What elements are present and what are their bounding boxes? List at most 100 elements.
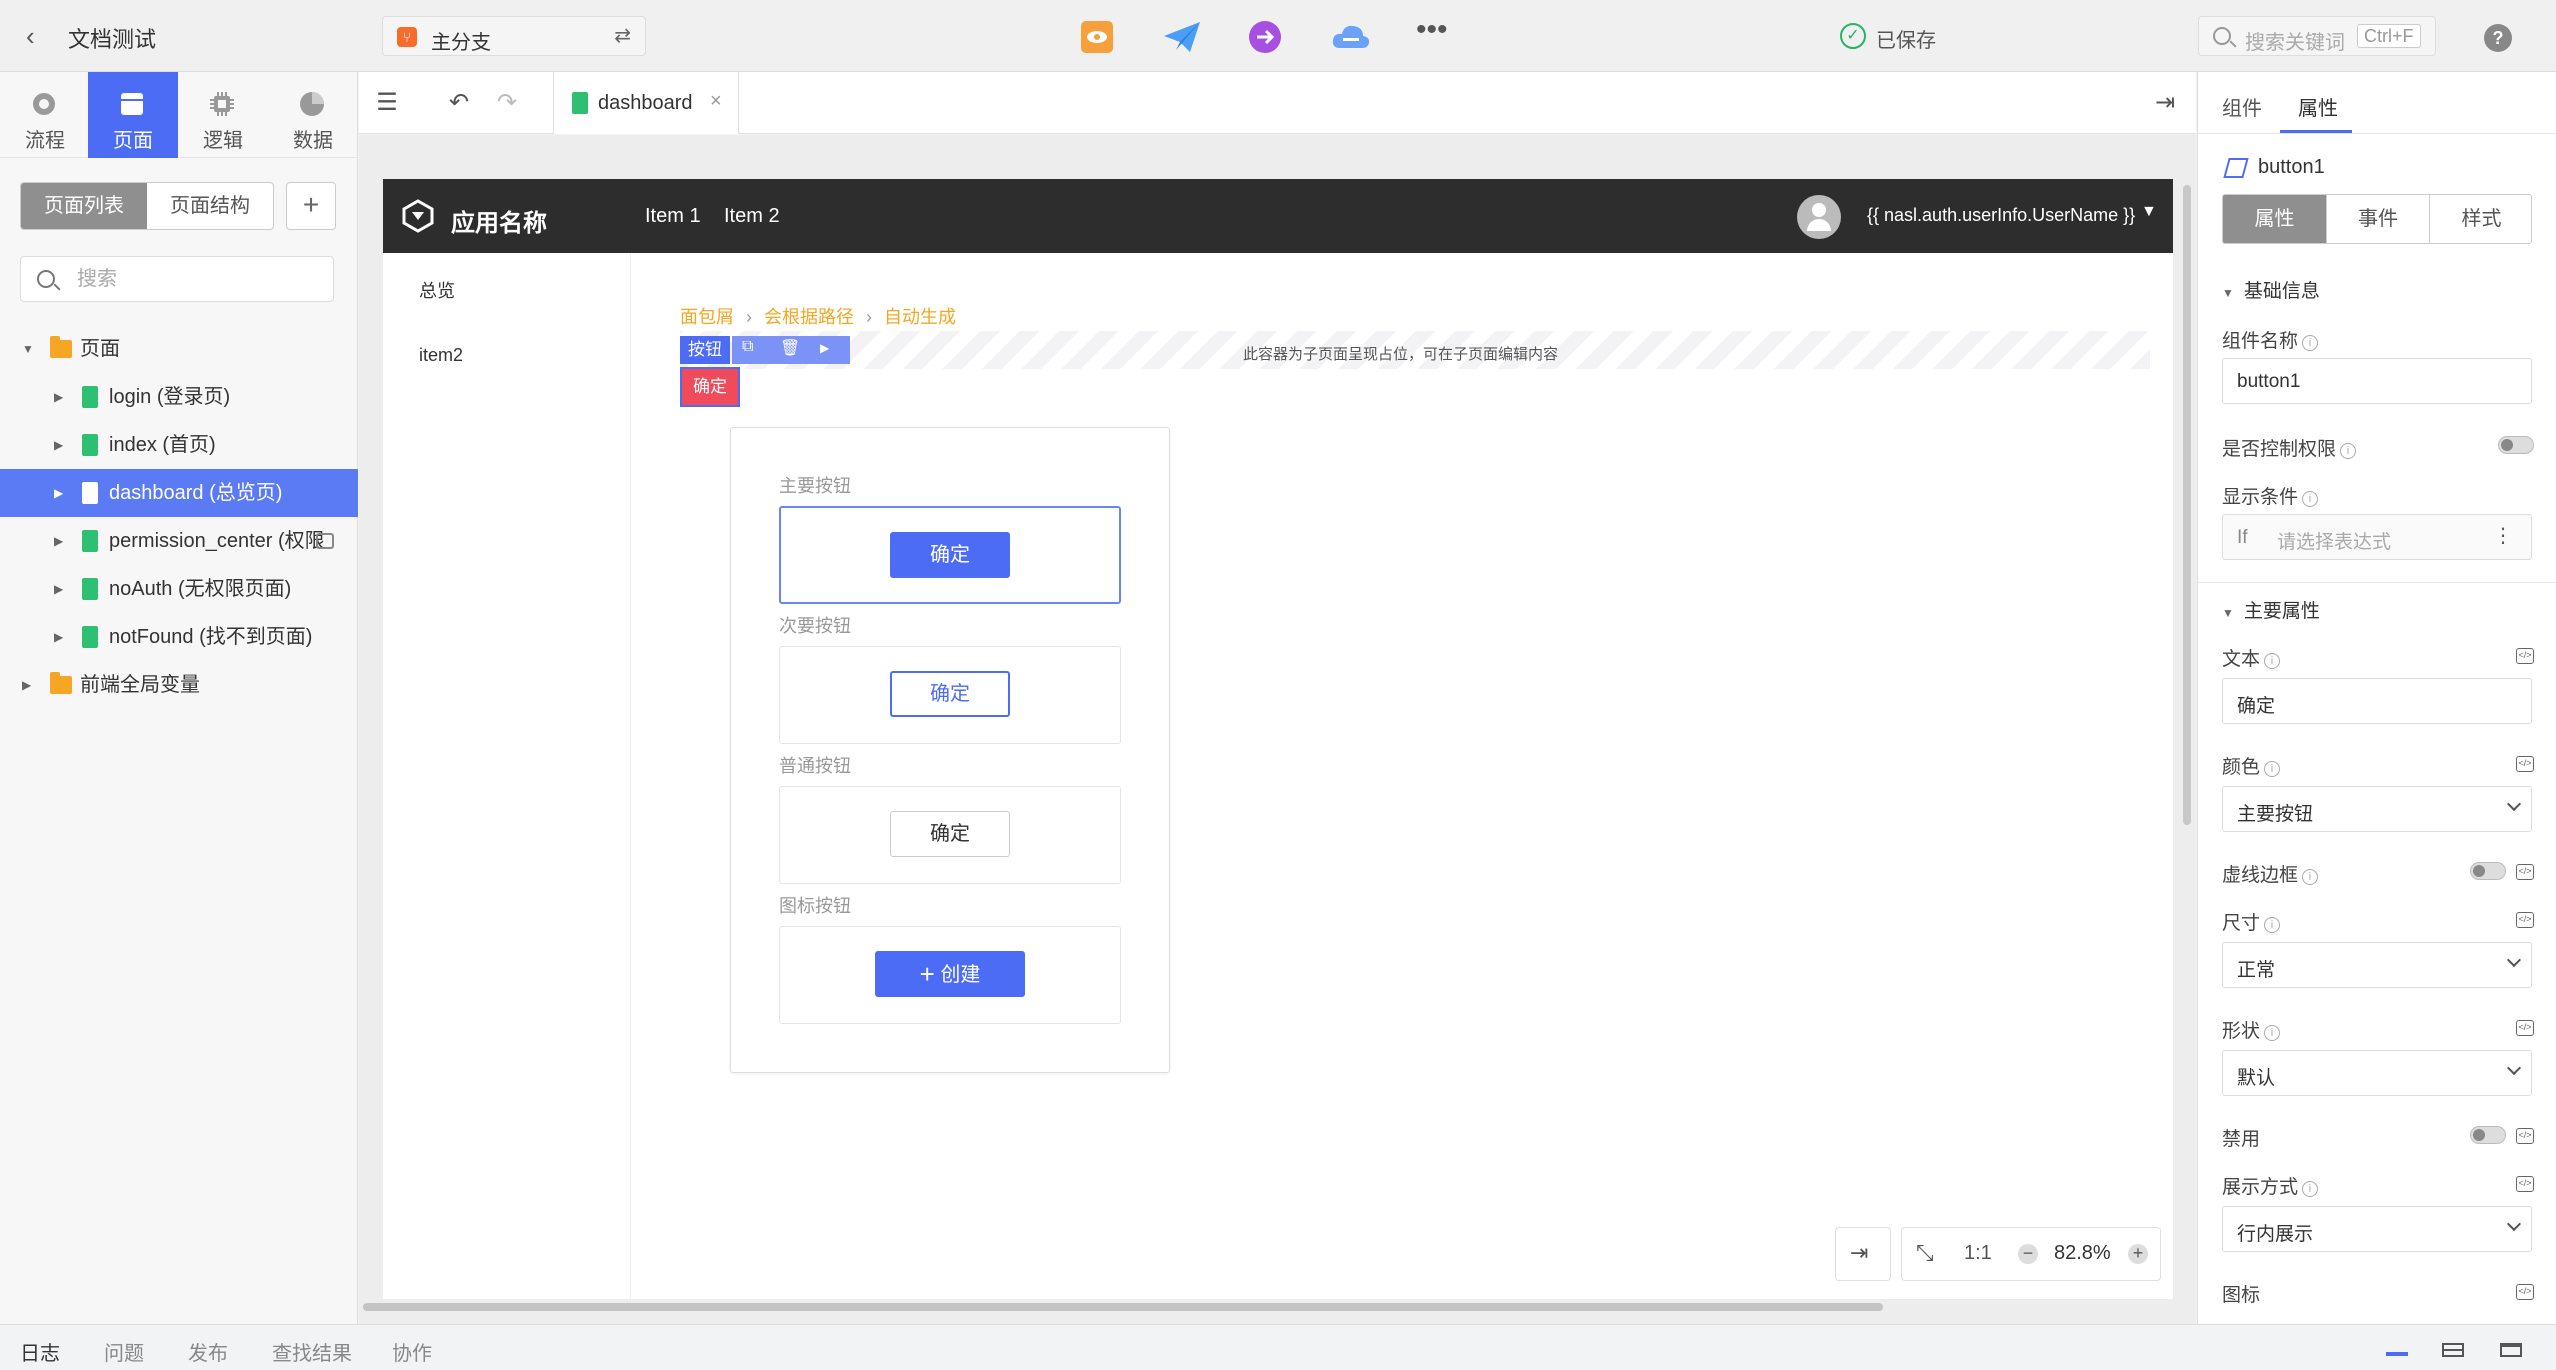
page-search-input[interactable] bbox=[77, 265, 317, 293]
zoom-out-icon[interactable]: − bbox=[2018, 1244, 2038, 1264]
mode-tab-logic[interactable]: 逻辑 bbox=[178, 72, 268, 158]
size-select[interactable]: 正常 bbox=[2222, 942, 2532, 988]
code-binding-icon[interactable]: </> bbox=[2516, 1284, 2534, 1300]
code-binding-icon[interactable]: </> bbox=[2516, 864, 2534, 880]
branch-selector[interactable]: ⑂ 主分支 ⇄ bbox=[382, 16, 646, 56]
tree-folder-globals[interactable]: ▶ 前端全局变量 bbox=[0, 661, 358, 709]
fit-screen-icon[interactable]: ⤡ bbox=[1916, 1240, 1934, 1266]
vertical-scrollbar[interactable] bbox=[2183, 185, 2191, 825]
nav-item-2[interactable]: Item 2 bbox=[724, 205, 780, 228]
redo-icon[interactable]: ↷ bbox=[493, 90, 521, 116]
collapse-sidebar-icon[interactable]: ☰ bbox=[373, 90, 401, 116]
tab-page-list[interactable]: 页面列表 bbox=[21, 183, 147, 229]
copy-icon[interactable]: ⧉ bbox=[742, 338, 753, 356]
shape-select[interactable]: 默认 bbox=[2222, 1050, 2532, 1096]
caret-down-icon[interactable]: ▼ bbox=[22, 325, 34, 373]
zoom-ratio-button[interactable]: 1:1 bbox=[1964, 1242, 1992, 1265]
delete-icon[interactable]: 🗑 bbox=[780, 338, 800, 358]
breadcrumb-item[interactable]: 面包屑 bbox=[680, 307, 734, 327]
disabled-toggle[interactable] bbox=[2470, 1126, 2506, 1144]
tree-item-permission-center[interactable]: ▶ permission_center (权限 bbox=[0, 517, 358, 565]
caret-right-icon[interactable]: ▶ bbox=[54, 565, 63, 613]
dashed-toggle[interactable] bbox=[2470, 862, 2506, 880]
zoom-in-icon[interactable]: + bbox=[2128, 1244, 2148, 1264]
tab-styles[interactable]: 样式 bbox=[2430, 195, 2531, 243]
caret-right-icon[interactable]: ▶ bbox=[54, 421, 63, 469]
tab-issues[interactable]: 问题 bbox=[104, 1337, 144, 1366]
switch-branch-icon[interactable]: ⇄ bbox=[614, 23, 631, 48]
caret-right-icon[interactable]: ▶ bbox=[820, 341, 829, 355]
tree-folder-pages[interactable]: ▼ 页面 bbox=[0, 325, 358, 373]
deploy-arrow-icon[interactable] bbox=[1248, 20, 1282, 54]
section-basic-info[interactable]: ▼ 基础信息 bbox=[2222, 276, 2320, 303]
section-main-props[interactable]: ▼ 主要属性 bbox=[2222, 596, 2320, 623]
back-arrow-icon[interactable]: ‹ bbox=[26, 22, 52, 50]
tree-item-notfound[interactable]: ▶ notFound (找不到页面) bbox=[0, 613, 358, 661]
normal-button[interactable]: 确定 bbox=[890, 811, 1010, 857]
preview-icon[interactable] bbox=[1080, 20, 1114, 54]
caret-right-icon[interactable]: ▶ bbox=[54, 517, 63, 565]
tab-events[interactable]: 事件 bbox=[2327, 195, 2430, 243]
tree-item-dashboard[interactable]: ▶ dashboard (总览页) bbox=[0, 469, 358, 517]
horizontal-scrollbar[interactable] bbox=[363, 1303, 1883, 1311]
undo-icon[interactable]: ↶ bbox=[445, 90, 473, 116]
selection-tag[interactable]: 按钮 bbox=[680, 336, 730, 364]
component-name-input[interactable]: button1 bbox=[2222, 358, 2532, 404]
color-select[interactable]: 主要按钮 bbox=[2222, 786, 2532, 832]
publish-paper-plane-icon[interactable] bbox=[1162, 20, 1202, 54]
code-binding-icon[interactable]: </> bbox=[2516, 1128, 2534, 1144]
tree-item-noauth[interactable]: ▶ noAuth (无权限页面) bbox=[0, 565, 358, 613]
selected-button[interactable]: 确定 bbox=[680, 367, 740, 407]
primary-button[interactable]: 确定 bbox=[890, 532, 1010, 578]
tree-item-index[interactable]: ▶ index (首页) bbox=[0, 421, 358, 469]
breadcrumb-item[interactable]: 自动生成 bbox=[884, 307, 956, 327]
caret-right-icon[interactable]: ▶ bbox=[54, 613, 63, 661]
code-binding-icon[interactable]: </> bbox=[2516, 756, 2534, 772]
tab-properties[interactable]: 属性 bbox=[2298, 92, 2338, 121]
tab-collaboration[interactable]: 协作 bbox=[392, 1337, 432, 1366]
panel-split-icon[interactable] bbox=[2442, 1343, 2464, 1357]
close-icon[interactable]: × bbox=[710, 90, 722, 113]
caret-right-icon[interactable]: ▶ bbox=[54, 373, 63, 421]
panel-bottom-icon[interactable] bbox=[2386, 1343, 2408, 1357]
create-button[interactable]: + 创建 bbox=[875, 951, 1025, 997]
expand-panel-icon[interactable]: ⇥ bbox=[2151, 90, 2179, 116]
tab-publish[interactable]: 发布 bbox=[188, 1337, 228, 1366]
code-binding-icon[interactable]: </> bbox=[2516, 1020, 2534, 1036]
side-menu-item-item2[interactable]: item2 bbox=[419, 345, 463, 366]
mode-tab-page[interactable]: 页面 bbox=[88, 72, 178, 158]
more-vertical-icon[interactable]: ⋮ bbox=[2493, 523, 2513, 548]
collapse-to-right-icon[interactable]: ⇥ bbox=[1850, 1240, 1868, 1266]
tree-item-login[interactable]: ▶ login (登录页) bbox=[0, 373, 358, 421]
chevron-down-icon[interactable]: ▼ bbox=[2141, 203, 2157, 221]
nav-item-1[interactable]: Item 1 bbox=[645, 205, 701, 228]
text-input[interactable]: 确定 bbox=[2222, 678, 2532, 724]
more-dots-icon[interactable]: ••• bbox=[1416, 15, 1456, 54]
side-menu-item-overview[interactable]: 总览 bbox=[419, 277, 455, 303]
tab-page-structure[interactable]: 页面结构 bbox=[147, 183, 273, 229]
global-search[interactable]: 搜索关键词 Ctrl+F bbox=[2198, 16, 2436, 56]
tab-attrs[interactable]: 属性 bbox=[2223, 195, 2327, 243]
cloud-icon[interactable] bbox=[1330, 20, 1372, 54]
mode-tab-data[interactable]: 数据 bbox=[268, 72, 358, 158]
file-tab-dashboard[interactable]: dashboard × bbox=[553, 72, 739, 134]
add-page-button[interactable]: + bbox=[286, 182, 336, 230]
code-binding-icon[interactable]: </> bbox=[2516, 912, 2534, 928]
caret-right-icon[interactable]: ▶ bbox=[22, 661, 31, 709]
display-mode-select[interactable]: 行内展示 bbox=[2222, 1206, 2532, 1252]
code-binding-icon[interactable]: </> bbox=[2516, 648, 2534, 664]
help-icon[interactable]: ? bbox=[2484, 24, 2512, 52]
caret-right-icon[interactable]: ▶ bbox=[54, 469, 63, 517]
design-canvas[interactable]: 应用名称 Item 1 Item 2 {{ nasl.auth.userInfo… bbox=[359, 135, 2196, 1324]
mode-tab-flow[interactable]: 流程 bbox=[0, 72, 90, 158]
tab-components[interactable]: 组件 bbox=[2222, 92, 2262, 121]
tab-log[interactable]: 日志 bbox=[20, 1337, 60, 1366]
tab-search-results[interactable]: 查找结果 bbox=[272, 1337, 352, 1366]
user-avatar[interactable] bbox=[1797, 195, 1841, 239]
code-binding-icon[interactable]: </> bbox=[2516, 1176, 2534, 1192]
user-name[interactable]: {{ nasl.auth.userInfo.UserName }} bbox=[1867, 205, 2135, 226]
panel-max-icon[interactable] bbox=[2500, 1343, 2522, 1357]
display-condition-input[interactable]: If 请选择表达式 ⋮ bbox=[2222, 514, 2532, 560]
breadcrumb-item[interactable]: 会根据路径 bbox=[764, 307, 854, 327]
secondary-button[interactable]: 确定 bbox=[890, 671, 1010, 717]
